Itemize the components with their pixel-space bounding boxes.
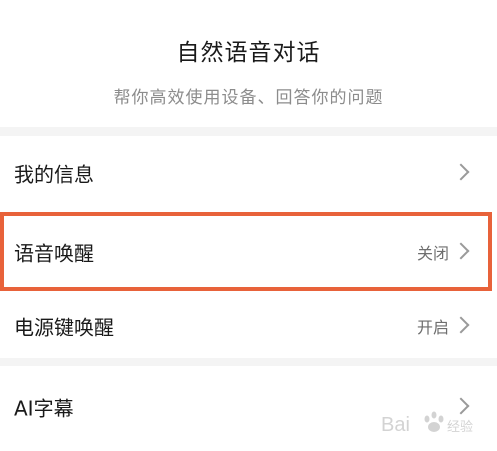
setting-value-power-key-wake: 开启 [416,318,449,337]
setting-label-power-key-wake: 电源键唤醒 [14,315,114,340]
page-subtitle: 帮你高效使用设备、回答你的问题 [113,88,384,108]
svg-text:经验: 经验 [447,419,473,435]
svg-text:Bai: Bai [381,414,410,436]
header: 自然语音对话 帮你高效使用设备、回答你的问题 [0,0,497,127]
setting-value-voice-wake: 关闭 [416,244,449,263]
chevron-right-icon [452,316,470,334]
setting-label-voice-wake: 语音唤醒 [14,241,94,266]
setting-row-voice-wake[interactable]: 语音唤醒 关闭 [0,215,497,289]
chevron-right-icon [452,242,470,260]
baidu-watermark-logo: Bai 经验 [379,403,489,443]
setting-label-my-info: 我的信息 [14,162,94,187]
setting-row-power-key-wake[interactable]: 电源键唤醒 开启 [0,289,497,363]
setting-row-my-info[interactable]: 我的信息 [0,136,497,210]
voice-assistant-settings-page: 自然语音对话 帮你高效使用设备、回答你的问题 我的信息 语音唤醒 关闭 电源键唤… [0,0,497,451]
baidu-paw-icon: Bai 经验 [381,411,473,436]
setting-label-ai-subtitles: AI字幕 [14,396,74,421]
page-title: 自然语音对话 [176,40,321,66]
settings-group-main: 我的信息 语音唤醒 关闭 电源键唤醒 开启 [0,136,497,358]
chevron-right-icon [452,163,470,181]
